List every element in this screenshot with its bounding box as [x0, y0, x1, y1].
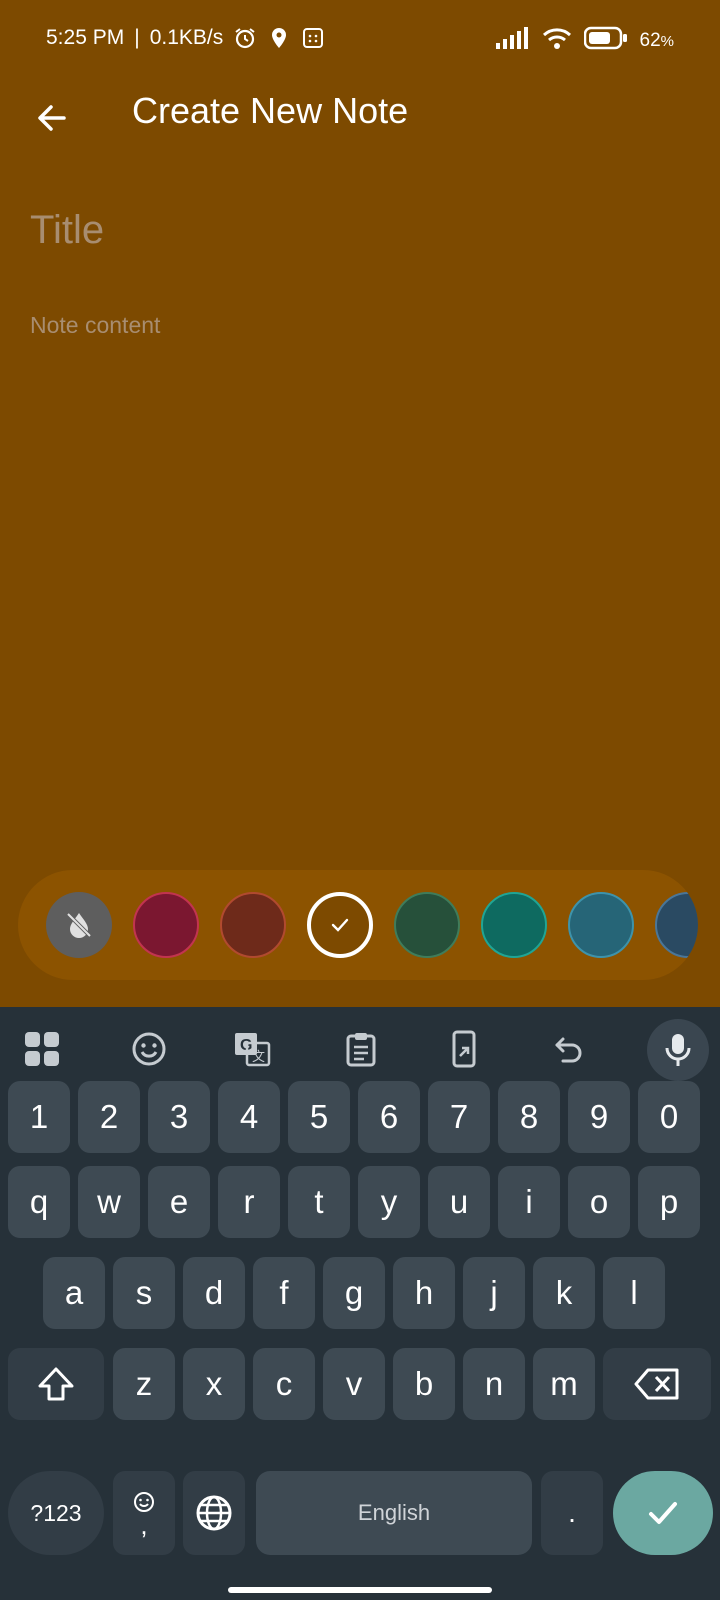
key-4[interactable]: 4 — [218, 1081, 280, 1153]
key-h[interactable]: h — [393, 1257, 455, 1329]
check-icon — [649, 1502, 677, 1524]
translate-icon[interactable]: G文 — [228, 1025, 276, 1073]
key-c[interactable]: c — [253, 1348, 315, 1420]
key-j[interactable]: j — [463, 1257, 525, 1329]
key-5[interactable]: 5 — [288, 1081, 350, 1153]
enter-key[interactable] — [613, 1471, 713, 1555]
key-y[interactable]: y — [358, 1166, 420, 1238]
status-net-speed: 0.1KB/s — [149, 26, 224, 49]
calculator-icon — [301, 26, 325, 50]
content-input[interactable]: Note content — [30, 312, 160, 339]
alarm-icon — [233, 26, 257, 50]
key-6[interactable]: 6 — [358, 1081, 420, 1153]
clipboard-icon[interactable] — [337, 1025, 385, 1073]
status-bar: 5:25 PM | 0.1KB/s 62% — [0, 0, 720, 80]
key-7[interactable]: 7 — [428, 1081, 490, 1153]
color-picker — [18, 870, 698, 980]
backspace-key[interactable] — [603, 1348, 711, 1420]
color-swatch-selected[interactable] — [307, 892, 373, 958]
arrow-back-icon — [38, 105, 66, 131]
key-s[interactable]: s — [113, 1257, 175, 1329]
backspace-icon — [634, 1368, 679, 1400]
page-title: Create New Note — [132, 90, 409, 131]
microphone-icon — [665, 1034, 691, 1066]
key-1[interactable]: 1 — [8, 1081, 70, 1153]
key-g[interactable]: g — [323, 1257, 385, 1329]
battery-percent-sign: % — [660, 32, 674, 50]
key-r[interactable]: r — [218, 1166, 280, 1238]
key-u[interactable]: u — [428, 1166, 490, 1238]
key-w[interactable]: w — [78, 1166, 140, 1238]
key-0[interactable]: 0 — [638, 1081, 700, 1153]
key-3[interactable]: 3 — [148, 1081, 210, 1153]
wifi-icon — [542, 27, 572, 55]
key-t[interactable]: t — [288, 1166, 350, 1238]
key-2[interactable]: 2 — [78, 1081, 140, 1153]
color-swatch[interactable] — [568, 892, 634, 958]
title-input[interactable]: Title — [30, 208, 104, 253]
svg-text:文: 文 — [252, 1049, 265, 1064]
apps-icon[interactable] — [18, 1025, 66, 1073]
color-swatch[interactable] — [394, 892, 460, 958]
one-handed-icon[interactable] — [440, 1025, 488, 1073]
key-8[interactable]: 8 — [498, 1081, 560, 1153]
check-icon — [331, 918, 349, 932]
key-k[interactable]: k — [533, 1257, 595, 1329]
color-swatch[interactable] — [655, 892, 698, 958]
signal-icon — [495, 27, 530, 55]
color-swatch-none[interactable] — [46, 892, 112, 958]
back-button[interactable] — [28, 94, 76, 142]
space-key[interactable]: English — [256, 1471, 532, 1555]
key-f[interactable]: f — [253, 1257, 315, 1329]
app-bar: Create New Note — [0, 80, 720, 170]
shift-icon — [38, 1367, 74, 1401]
status-divider: | — [134, 26, 140, 49]
battery-level: 62 — [639, 30, 661, 51]
globe-icon — [196, 1495, 232, 1531]
key-9[interactable]: 9 — [568, 1081, 630, 1153]
undo-icon[interactable] — [545, 1025, 593, 1073]
key-b[interactable]: b — [393, 1348, 455, 1420]
color-swatch[interactable] — [133, 892, 199, 958]
emoji-comma-key[interactable]: , — [113, 1471, 175, 1555]
key-x[interactable]: x — [183, 1348, 245, 1420]
key-e[interactable]: e — [148, 1166, 210, 1238]
key-m[interactable]: m — [533, 1348, 595, 1420]
shift-key[interactable] — [8, 1348, 104, 1420]
home-indicator[interactable] — [228, 1587, 492, 1593]
emoji-icon[interactable] — [125, 1025, 173, 1073]
no-color-icon — [66, 912, 92, 938]
battery-icon — [583, 26, 628, 56]
key-d[interactable]: d — [183, 1257, 245, 1329]
location-icon — [267, 26, 291, 50]
key-l[interactable]: l — [603, 1257, 665, 1329]
symbols-key[interactable]: ?123 — [8, 1471, 104, 1555]
keyboard-toolbar: G文 — [0, 1007, 720, 1091]
status-time: 5:25 PM — [46, 26, 125, 49]
key-v[interactable]: v — [323, 1348, 385, 1420]
key-i[interactable]: i — [498, 1166, 560, 1238]
key-a[interactable]: a — [43, 1257, 105, 1329]
color-swatch[interactable] — [481, 892, 547, 958]
microphone-button[interactable] — [647, 1019, 709, 1081]
language-key[interactable] — [183, 1471, 245, 1555]
key-p[interactable]: p — [638, 1166, 700, 1238]
key-q[interactable]: q — [8, 1166, 70, 1238]
key-o[interactable]: o — [568, 1166, 630, 1238]
comma-label: , — [140, 1510, 148, 1540]
period-key[interactable]: . — [541, 1471, 603, 1555]
color-swatch[interactable] — [220, 892, 286, 958]
key-z[interactable]: z — [113, 1348, 175, 1420]
key-n[interactable]: n — [463, 1348, 525, 1420]
keyboard: G文 1 2 3 4 5 6 7 8 9 0 q w e r t y u i o… — [0, 1007, 720, 1600]
